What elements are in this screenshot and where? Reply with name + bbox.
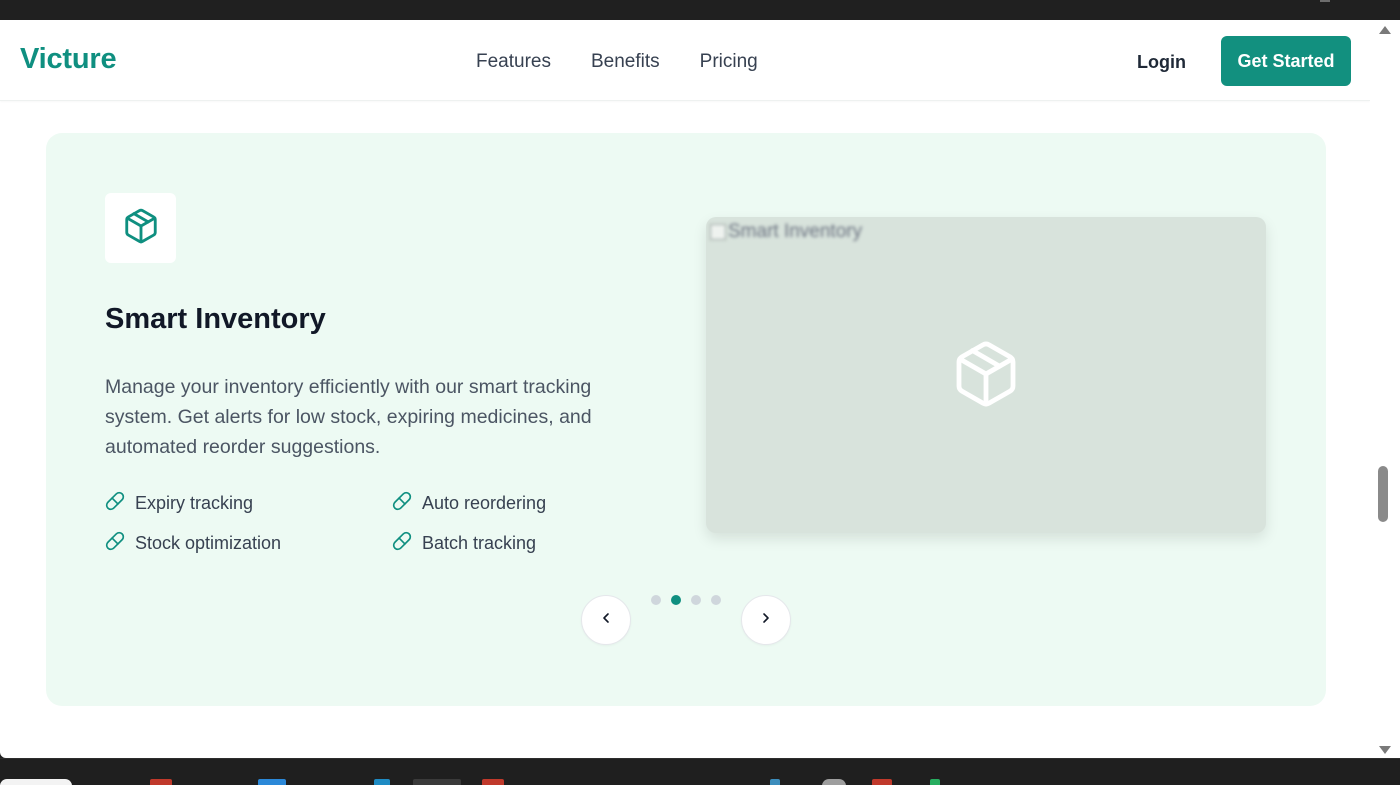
feature-bullet-label: Auto reordering	[422, 493, 547, 513]
nav-link-features[interactable]: Features	[476, 51, 551, 73]
pill-icon	[105, 531, 125, 556]
brand-logo[interactable]: Victure	[20, 43, 117, 76]
carousel-next-button[interactable]	[741, 595, 791, 645]
image-alt-text: Smart Inventory	[728, 221, 863, 242]
pill-icon	[105, 491, 125, 516]
broken-image-alt: Smart Inventory	[710, 221, 862, 243]
browser-top-strip	[0, 0, 1400, 20]
taskbar-app-icon[interactable]	[482, 779, 504, 785]
nav-link-pricing[interactable]: Pricing	[700, 51, 758, 73]
carousel-dot[interactable]	[711, 595, 721, 605]
scrollbar-thumb[interactable]	[1378, 466, 1388, 522]
carousel-prev-button[interactable]	[581, 595, 631, 645]
taskbar-search-box[interactable]	[0, 779, 72, 785]
feature-bullet-label: Batch tracking	[422, 533, 537, 553]
os-taskbar	[0, 758, 1400, 785]
package-icon	[122, 207, 160, 250]
window-control-mark	[1320, 0, 1330, 2]
login-link[interactable]: Login	[1137, 52, 1186, 73]
feature-image-preview: Smart Inventory	[706, 217, 1266, 533]
feature-bullet: Expiry tracking	[105, 491, 253, 516]
feature-bullet: Auto reordering	[392, 491, 546, 516]
taskbar-active-app[interactable]	[413, 779, 461, 785]
feature-icon-box	[105, 193, 176, 263]
taskbar-app-icon[interactable]	[770, 779, 780, 785]
taskbar-app-icon[interactable]	[150, 779, 172, 785]
chevron-left-icon	[598, 610, 614, 631]
taskbar-app-icon[interactable]	[258, 779, 286, 785]
carousel-dot-active[interactable]	[671, 595, 681, 605]
main-nav: Features Benefits Pricing	[476, 51, 758, 73]
scroll-down-arrow-icon[interactable]	[1379, 746, 1391, 754]
nav-link-benefits[interactable]: Benefits	[591, 51, 660, 73]
page-viewport: Victure Features Benefits Pricing Login …	[0, 20, 1400, 758]
taskbar-app-icon[interactable]	[872, 779, 892, 785]
taskbar-app-icon[interactable]	[930, 779, 940, 785]
taskbar-app-icon[interactable]	[822, 779, 846, 785]
pill-icon	[392, 531, 412, 556]
get-started-button[interactable]: Get Started	[1221, 36, 1351, 86]
feature-bullet: Stock optimization	[105, 531, 281, 556]
carousel-dot[interactable]	[651, 595, 661, 605]
feature-description: Manage your inventory efficiently with o…	[105, 376, 592, 458]
feature-title: Smart Inventory	[105, 303, 326, 335]
feature-bullet: Batch tracking	[392, 531, 536, 556]
carousel-dots	[651, 595, 721, 605]
feature-slide-card: Smart Inventory Manage your inventory ef…	[46, 133, 1326, 706]
package-icon	[950, 335, 1022, 418]
vertical-scrollbar[interactable]	[1370, 20, 1400, 758]
chevron-right-icon	[758, 610, 774, 631]
feature-bullet-label: Expiry tracking	[135, 493, 254, 513]
feature-bullet-label: Stock optimization	[135, 533, 282, 553]
pill-icon	[392, 491, 412, 516]
broken-image-icon	[710, 224, 726, 240]
carousel-dot[interactable]	[691, 595, 701, 605]
taskbar-app-icon[interactable]	[374, 779, 390, 785]
scroll-up-arrow-icon[interactable]	[1379, 26, 1391, 34]
site-header: Victure Features Benefits Pricing Login …	[0, 20, 1370, 101]
